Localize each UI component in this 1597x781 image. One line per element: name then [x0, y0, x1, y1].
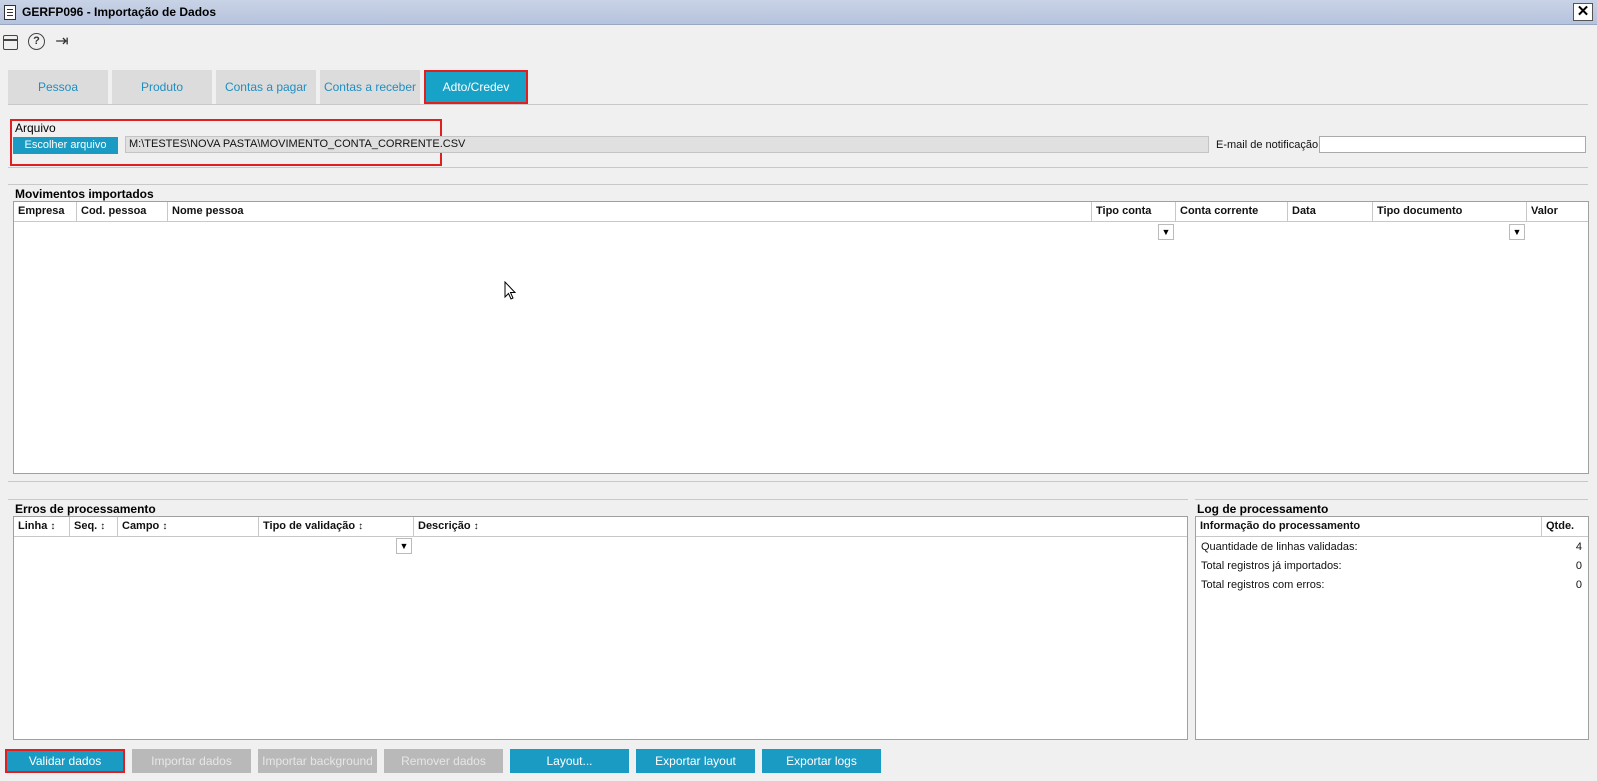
log-top-line — [1195, 499, 1588, 500]
help-icon[interactable]: ? — [28, 33, 45, 50]
col-valor[interactable]: Valor — [1527, 202, 1588, 221]
file-path-field[interactable]: M:\TESTES\NOVA PASTA\MOVIMENTO_CONTA_COR… — [125, 136, 1209, 153]
toolbar: ? ⇥ — [0, 26, 1597, 58]
importar-dados-button[interactable]: Importar dados — [132, 749, 251, 773]
col-campo-label: Campo — [122, 520, 160, 532]
window-titlebar: GERFP096 - Importação de Dados ✕ — [0, 0, 1597, 25]
importar-background-button[interactable]: Importar background — [258, 749, 377, 773]
close-icon[interactable]: ✕ — [1573, 3, 1593, 21]
layout-button[interactable]: Layout... — [510, 749, 629, 773]
log-qtde: 4 — [1575, 541, 1582, 553]
mouse-cursor-icon — [504, 281, 517, 300]
col-qtde[interactable]: Qtde. — [1542, 517, 1588, 536]
sort-icon: ↕ — [100, 521, 106, 532]
tipo-conta-dropdown-icon[interactable]: ▼ — [1158, 224, 1174, 240]
col-tipo-validacao[interactable]: Tipo de validação ↕ — [259, 517, 414, 536]
email-notification-input[interactable] — [1319, 136, 1586, 153]
validar-dados-button[interactable]: Validar dados — [5, 749, 125, 773]
log-grid-header: Informação do processamento Qtde. — [1196, 517, 1588, 537]
log-row[interactable]: Total registros com erros: 0 — [1196, 576, 1588, 595]
col-campo[interactable]: Campo ↕ — [118, 517, 259, 536]
log-row[interactable]: Total registros já importados: 0 — [1196, 557, 1588, 576]
erros-grid[interactable]: Linha ↕ Seq. ↕ Campo ↕ Tipo de validação… — [13, 516, 1188, 740]
log-grid[interactable]: Informação do processamento Qtde. Quanti… — [1195, 516, 1589, 740]
tab-pessoa[interactable]: Pessoa — [8, 70, 108, 104]
col-conta-corrente[interactable]: Conta corrente — [1176, 202, 1288, 221]
log-info: Total registros já importados: — [1201, 560, 1342, 572]
erros-label: Erros de processamento — [15, 502, 156, 516]
tab-divider — [8, 104, 1588, 105]
sort-icon: ↕ — [50, 521, 56, 532]
tab-contas-a-pagar[interactable]: Contas a pagar — [216, 70, 316, 104]
calendar-icon[interactable] — [3, 35, 18, 50]
col-tipo-documento[interactable]: Tipo documento — [1373, 202, 1527, 221]
movimentos-grid-header: Empresa Cod. pessoa Nome pessoa Tipo con… — [14, 202, 1588, 222]
window-title: GERFP096 - Importação de Dados — [22, 5, 217, 19]
col-seq-label: Seq. — [74, 520, 98, 532]
tipo-documento-dropdown-icon[interactable]: ▼ — [1509, 224, 1525, 240]
movimentos-top-line — [8, 184, 1588, 185]
movimentos-grid[interactable]: Empresa Cod. pessoa Nome pessoa Tipo con… — [13, 201, 1589, 474]
sort-icon: ↕ — [162, 521, 168, 532]
col-seq[interactable]: Seq. ↕ — [70, 517, 118, 536]
col-tipo-validacao-label: Tipo de validação — [263, 520, 356, 532]
tab-contas-a-receber[interactable]: Contas a receber — [320, 70, 420, 104]
col-empresa[interactable]: Empresa — [14, 202, 77, 221]
col-tipo-conta[interactable]: Tipo conta — [1092, 202, 1176, 221]
arquivo-divider — [8, 167, 1588, 168]
col-informacao[interactable]: Informação do processamento — [1196, 517, 1542, 536]
log-qtde: 0 — [1575, 579, 1582, 591]
col-data[interactable]: Data — [1288, 202, 1373, 221]
remover-dados-button[interactable]: Remover dados — [384, 749, 503, 773]
log-info: Total registros com erros: — [1201, 579, 1325, 591]
sort-icon: ↕ — [358, 521, 364, 532]
erros-top-line — [8, 499, 1188, 500]
email-notification-label: E-mail de notificação — [1216, 139, 1319, 151]
sort-icon: ↕ — [473, 521, 479, 532]
movimentos-label: Movimentos importados — [15, 187, 154, 201]
app-document-icon — [4, 5, 16, 20]
col-descricao-label: Descrição — [418, 520, 471, 532]
choose-file-button[interactable]: Escolher arquivo — [13, 137, 118, 154]
log-qtde: 0 — [1575, 560, 1582, 572]
col-linha-label: Linha — [18, 520, 48, 532]
tab-adto-credev[interactable]: Adto/Credev — [424, 70, 528, 104]
exportar-layout-button[interactable]: Exportar layout — [636, 749, 755, 773]
col-descricao[interactable]: Descrição ↕ — [414, 517, 1187, 536]
tab-produto[interactable]: Produto — [112, 70, 212, 104]
col-nome-pessoa[interactable]: Nome pessoa — [168, 202, 1092, 221]
log-label: Log de processamento — [1197, 502, 1329, 516]
log-info: Quantidade de linhas validadas: — [1201, 541, 1358, 553]
middle-divider — [8, 481, 1588, 482]
erros-grid-header: Linha ↕ Seq. ↕ Campo ↕ Tipo de validação… — [14, 517, 1187, 537]
col-linha[interactable]: Linha ↕ — [14, 517, 70, 536]
exit-icon[interactable]: ⇥ — [53, 33, 71, 51]
tipo-validacao-dropdown-icon[interactable]: ▼ — [396, 538, 412, 554]
col-cod-pessoa[interactable]: Cod. pessoa — [77, 202, 168, 221]
exportar-logs-button[interactable]: Exportar logs — [762, 749, 881, 773]
log-row[interactable]: Quantidade de linhas validadas: 4 — [1196, 538, 1588, 557]
arquivo-label: Arquivo — [15, 121, 56, 135]
